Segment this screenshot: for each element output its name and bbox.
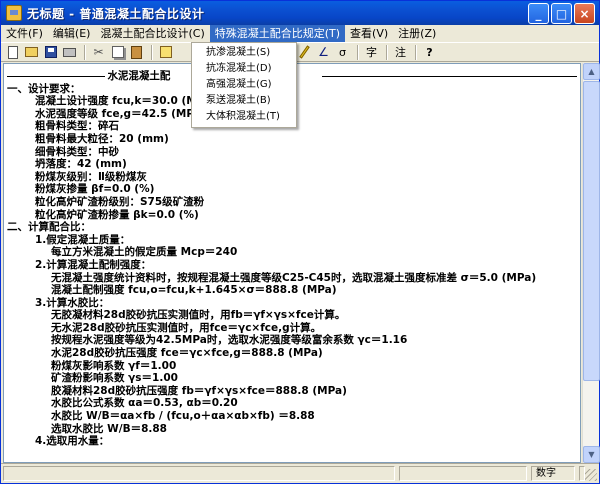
document-line: 矿渣粉影响系数 γs＝1.00	[51, 372, 178, 385]
toolbar-separator	[84, 44, 86, 60]
status-message	[3, 466, 395, 481]
status-pane	[399, 466, 527, 481]
help-icon: ?	[426, 45, 433, 59]
paste-icon	[131, 45, 142, 59]
copy-button[interactable]	[109, 44, 126, 61]
menu-register[interactable]: 注册(Z)	[393, 25, 441, 42]
vertical-scrollbar[interactable]: ▲ ▼	[582, 63, 600, 463]
toolbar-separator	[357, 44, 359, 60]
pencil-button[interactable]	[296, 44, 313, 61]
shape-button[interactable]	[157, 44, 174, 61]
document-line: 选取水胶比 W/B＝8.88	[51, 422, 167, 435]
title-bar[interactable]: 无标题 - 普通混凝土配合比设计 _ □ ×	[1, 1, 599, 25]
toolbar-separator	[386, 44, 388, 60]
menu-bar: 文件(F) 编辑(E) 混凝土配合比设计(C) 特殊混凝土配合比规定(T) 查看…	[1, 25, 599, 42]
document-line: 2.计算混凝土配制强度：	[35, 258, 152, 271]
menu-edit[interactable]: 编辑(E)	[48, 25, 96, 42]
menu-mix-design[interactable]: 混凝土配合比设计(C)	[95, 25, 209, 42]
window-title: 无标题 - 普通混凝土配合比设计	[27, 6, 205, 21]
document-line: 粒化高炉矿渣粉掺量 βk=0.0 (%)	[35, 208, 199, 221]
menu-item-impermeable-concrete[interactable]: 抗渗混凝土(S)	[192, 45, 296, 61]
document-line: 无水泥28d胶砂抗压实测值时，用fce＝γc×fce,g计算。	[51, 321, 322, 334]
sigma-icon: σ	[339, 45, 346, 59]
open-button[interactable]	[23, 44, 40, 61]
document-line: 按规程水泥强度等级为42.5MPa时，选取水泥强度等级富余系数 γc＝1.16	[51, 334, 408, 347]
document-line: 水泥28d胶砂抗压强度 fce＝γc×fce,g＝888.8 (MPa)	[51, 347, 323, 360]
toolbar: ✂ ∠ σ 字 注 ?	[1, 42, 599, 62]
document-line: 1.假定混凝土质量：	[35, 233, 131, 246]
window-controls: _ □ ×	[528, 3, 595, 24]
document-line: 胶凝材料28d胶砂抗压强度 fb＝γf×γs×fce＝888.8 (MPa)	[51, 384, 347, 397]
status-num-lock: 数字	[531, 466, 575, 481]
document-line: 粗骨料最大粒径：20 (mm)	[35, 132, 169, 145]
sigma-button[interactable]: σ	[334, 44, 351, 61]
document-line: 混凝土配制强度 fcu,o=fcu,k+1.645×σ＝888.8 (MPa)	[51, 284, 337, 297]
document-line: 无胶凝材料28d胶砂抗压实测值时，用fb＝γf×γs×fce计算。	[51, 309, 346, 322]
menu-item-mass-concrete[interactable]: 大体积混凝土(T)	[192, 109, 296, 125]
app-window: 无标题 - 普通混凝土配合比设计 _ □ × 文件(F) 编辑(E) 混凝土配合…	[0, 0, 600, 484]
toolbar-separator	[151, 44, 153, 60]
font-icon: 字	[366, 46, 377, 59]
app-icon[interactable]	[6, 5, 22, 21]
document-line: 无混凝土强度统计资料时，按规程混凝土强度等级C25-C45时，选取混凝土强度标准…	[51, 271, 537, 284]
note-icon: 注	[395, 46, 406, 59]
new-button[interactable]	[4, 44, 21, 61]
document-line: 每立方米混凝土的假定质量 Mcp＝240	[51, 246, 238, 259]
resize-grip[interactable]	[585, 469, 597, 481]
menu-item-high-strength-concrete[interactable]: 高强混凝土(G)	[192, 77, 296, 93]
save-icon	[44, 46, 57, 58]
menu-item-frost-resistant-concrete[interactable]: 抗冻混凝土(D)	[192, 61, 296, 77]
document-line: 水胶比公式系数 αa＝0.53, αb＝0.20	[51, 397, 238, 410]
document-line: 3.计算水胶比：	[35, 296, 110, 309]
document-line: 粉煤灰级别：Ⅱ级粉煤灰	[35, 170, 147, 183]
scroll-thumb[interactable]	[583, 81, 600, 381]
menu-view[interactable]: 查看(V)	[345, 25, 393, 42]
cut-icon: ✂	[93, 45, 104, 59]
angle-icon: ∠	[318, 45, 329, 59]
document-line: 粉煤灰影响系数 γf＝1.00	[51, 359, 177, 372]
toolbar-separator	[415, 44, 417, 60]
report-title: 水泥混凝土配	[107, 70, 171, 82]
maximize-button[interactable]: □	[551, 3, 572, 24]
menu-special-concrete[interactable]: 特殊混凝土配合比规定(T)	[209, 25, 346, 42]
document-line: 细骨料类型：中砂	[35, 145, 119, 158]
shape-icon	[159, 46, 172, 58]
status-bar: 数字	[1, 463, 599, 483]
close-button[interactable]: ×	[574, 3, 595, 24]
pencil-icon	[299, 45, 310, 59]
open-icon	[25, 47, 38, 57]
print-icon	[63, 47, 76, 57]
document-line: 二、计算配合比：	[7, 221, 91, 234]
cut-button[interactable]: ✂	[90, 44, 107, 61]
special-concrete-dropdown: 抗渗混凝土(S) 抗冻混凝土(D) 高强混凝土(G) 泵送混凝土(B) 大体积混…	[191, 42, 297, 128]
menu-file[interactable]: 文件(F)	[1, 25, 48, 42]
minimize-button[interactable]: _	[528, 3, 549, 24]
heading-rule-right	[322, 75, 577, 77]
new-icon	[7, 45, 18, 59]
document-line: 水胶比 W/B＝αa×fb / (fcu,o＋αa×αb×fb) ＝8.88	[51, 410, 315, 423]
help-button[interactable]: ?	[421, 44, 438, 61]
document-line: 粉煤灰掺量 βf=0.0 (%)	[35, 183, 155, 196]
document-line: 坍落度：42 (mm)	[35, 158, 127, 171]
menu-item-pumped-concrete[interactable]: 泵送混凝土(B)	[192, 93, 296, 109]
document-line: 粒化高炉矿渣粉级别：S75级矿渣粉	[35, 195, 205, 208]
scroll-up-button[interactable]: ▲	[583, 63, 600, 80]
heading-rule-left	[7, 75, 106, 77]
font-button[interactable]: 字	[363, 44, 380, 61]
note-button[interactable]: 注	[392, 44, 409, 61]
print-button[interactable]	[61, 44, 78, 61]
paste-button[interactable]	[128, 44, 145, 61]
document-line: 4.选取用水量：	[35, 435, 110, 448]
save-button[interactable]	[42, 44, 59, 61]
angle-button[interactable]: ∠	[315, 44, 332, 61]
document-lines: 一、设计要求： 混凝土设计强度 fcu,k＝30.0 (MPa) 水泥强度等级 fc…	[7, 83, 577, 448]
copy-icon	[111, 46, 124, 58]
scroll-down-button[interactable]: ▼	[583, 446, 600, 463]
